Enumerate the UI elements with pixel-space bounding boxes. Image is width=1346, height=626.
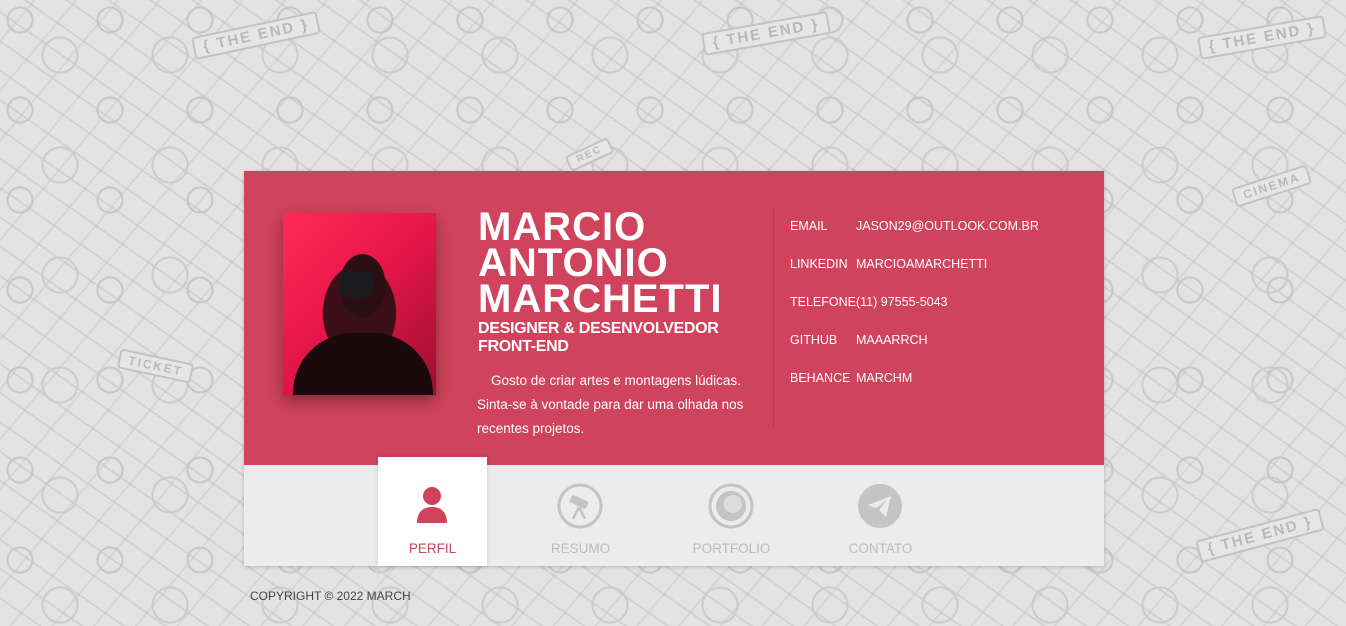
contact-row-behance: BEHANCE MARCHM xyxy=(790,371,1039,409)
profile-photo xyxy=(283,213,436,395)
contact-label: TELEFONE xyxy=(790,295,856,309)
doodle-label: { THE END } xyxy=(191,10,321,61)
lens-icon xyxy=(708,483,754,529)
photo-mask xyxy=(339,271,373,299)
profile-bio: Gosto de criar artes e montagens lúdicas… xyxy=(477,373,744,436)
tab-resumo[interactable]: RESUMO xyxy=(526,457,635,566)
tab-label: PERFIL xyxy=(408,541,457,556)
profile-name: MARCIO ANTONIO MARCHETTI xyxy=(478,205,723,321)
doodle-label: REC xyxy=(564,136,615,173)
tab-label: CONTATO xyxy=(848,541,913,556)
profile-card: MARCIO ANTONIO MARCHETTI DESIGNER & DESE… xyxy=(244,171,1104,566)
contact-row-telefone: TELEFONE (11) 97555-5043 xyxy=(790,295,1039,333)
contact-value[interactable]: (11) 97555-5043 xyxy=(856,295,948,309)
contact-row-linkedin: LINKEDIN MARCIOAMARCHETTI xyxy=(790,257,1039,295)
contact-label: BEHANCE xyxy=(790,371,851,385)
contact-label: EMAIL xyxy=(790,219,828,233)
tab-label: RESUMO xyxy=(550,541,611,556)
profile-role: DESIGNER & DESENVOLVEDOR FRONT-END xyxy=(478,320,719,355)
contact-label: GITHUB xyxy=(790,333,838,347)
contact-list: EMAIL JASON29@OUTLOOK.COM.BR LINKEDIN MA… xyxy=(790,219,1039,409)
paper-plane-icon xyxy=(858,484,902,528)
doodle-label: TICKET xyxy=(116,348,195,384)
contact-value[interactable]: MARCIOAMARCHETTI xyxy=(856,257,987,271)
tab-contato[interactable]: CONTATO xyxy=(826,457,935,566)
doodle-label: CINEMA xyxy=(1230,164,1313,208)
footer-copyright: COPYRIGHT © 2022 MARCH xyxy=(250,589,411,603)
contact-value[interactable]: MARCHM xyxy=(856,371,912,385)
doodle-label: { THE END } xyxy=(1196,15,1327,60)
contact-label: LINKEDIN xyxy=(790,257,848,271)
contact-row-email: EMAIL JASON29@OUTLOOK.COM.BR xyxy=(790,219,1039,257)
telescope-icon xyxy=(557,483,603,529)
contact-row-github: GITHUB MAAARRCH xyxy=(790,333,1039,371)
tab-perfil[interactable]: PERFIL xyxy=(378,457,487,566)
contact-value[interactable]: JASON29@OUTLOOK.COM.BR xyxy=(856,219,1039,233)
tab-label: PORTFOLIO xyxy=(692,541,771,556)
profile-header: MARCIO ANTONIO MARCHETTI DESIGNER & DESE… xyxy=(244,171,1104,465)
header-divider xyxy=(773,207,774,427)
nav-bar: PERFIL RESUMO PORTFOLIO CONTATO xyxy=(244,457,1104,566)
contact-value[interactable]: MAAARRCH xyxy=(856,333,928,347)
doodle-label: { THE END } xyxy=(1195,507,1325,564)
photo-body xyxy=(293,333,433,395)
doodle-label: { THE END } xyxy=(700,11,831,56)
tab-portfolio[interactable]: PORTFOLIO xyxy=(677,457,786,566)
user-icon xyxy=(417,487,447,523)
